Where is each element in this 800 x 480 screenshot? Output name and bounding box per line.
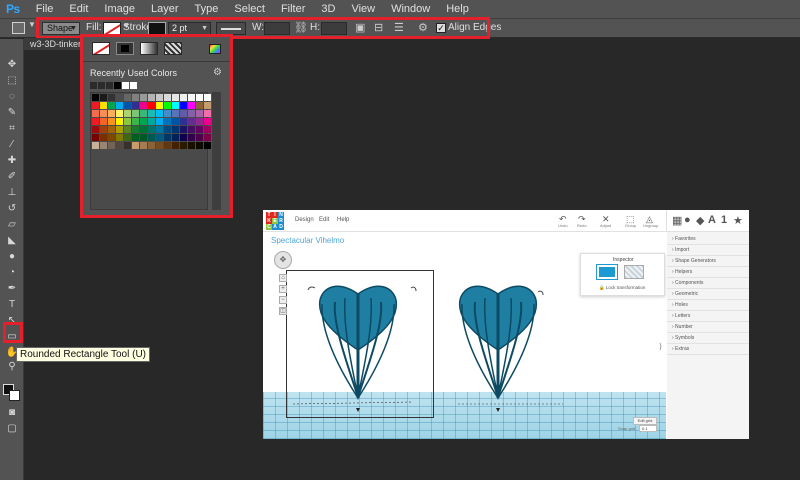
rotate-handle	[537, 290, 544, 296]
type-tool-icon[interactable]: T	[5, 299, 19, 311]
panel-toggle-icon[interactable]: ⟩	[659, 342, 662, 351]
shapes-panel-item[interactable]: › Holes	[667, 300, 749, 311]
quick-mask-icon[interactable]: ◙	[5, 407, 19, 419]
chevron-down-icon[interactable]: ▼	[28, 20, 36, 29]
quick-select-tool-icon[interactable]: ✎	[5, 107, 19, 119]
divider	[666, 210, 667, 232]
blur-tool-icon[interactable]: ●	[5, 251, 19, 263]
tinkercad-menu-help[interactable]: Help	[337, 217, 349, 223]
photoshop-logo: Ps	[6, 2, 20, 16]
shapes-panel-item[interactable]: › Favorites	[667, 234, 749, 245]
zoom-out-icon[interactable]: −	[279, 296, 287, 304]
shapes-panel-item[interactable]: › Helpers	[667, 267, 749, 278]
view-navigation-icon[interactable]: ✥	[274, 251, 292, 269]
inspector-panel: Inspector 🔒 Lock transformation	[580, 253, 665, 296]
menu-filter[interactable]: Filter	[273, 3, 313, 15]
menu-select[interactable]: Select	[226, 3, 273, 15]
shapes-panel-item[interactable]: › Extras	[667, 344, 749, 355]
crop-tool-icon[interactable]: ⌗	[5, 123, 19, 135]
menu-image[interactable]: Image	[96, 3, 143, 15]
menu-3d[interactable]: 3D	[313, 3, 343, 15]
menu-file[interactable]: File	[28, 3, 62, 15]
lasso-tool-icon[interactable]: ◌	[5, 91, 19, 103]
menu-edit[interactable]: Edit	[61, 3, 96, 15]
paint-bucket-tool-icon[interactable]: ◣	[5, 235, 19, 247]
shapes-panel-item[interactable]: › Shape Generators	[667, 256, 749, 267]
snap-grid-select[interactable]: 0.1	[639, 425, 657, 432]
selection-box	[286, 270, 434, 418]
undo-caption: Undo	[558, 223, 568, 228]
tinkercad-menu-edit[interactable]: Edit	[319, 217, 329, 223]
popup-highlight-box	[80, 34, 233, 218]
design-title[interactable]: Spectacular Vihelmo	[271, 236, 344, 245]
marquee-tool-icon[interactable]: ⬚	[5, 75, 19, 87]
home-view-icon[interactable]: ⌂	[279, 274, 287, 282]
tinkercad-header: TINKERCAD Design Edit Help ↶ Undo ↷ Redo…	[263, 210, 749, 232]
zoom-tool-icon[interactable]: ⚲	[5, 361, 19, 373]
heart-model-right	[458, 285, 538, 401]
tinkercad-logo: TINKERCAD	[266, 212, 284, 230]
menu-bar: Ps File Edit Image Layer Type Select Fil…	[0, 0, 800, 18]
tool-preset-picker[interactable]	[12, 22, 25, 34]
clone-stamp-tool-icon[interactable]: ⊥	[5, 187, 19, 199]
menu-window[interactable]: Window	[383, 3, 438, 15]
tinkercad-workplane[interactable]: ✥ ⌂ + − ◫ Inspector 🔒 Lock transformatio…	[263, 232, 666, 439]
menu-view[interactable]: View	[343, 3, 383, 15]
shapes-panel-item[interactable]: › Number	[667, 322, 749, 333]
letter-a-icon[interactable]: A	[708, 214, 716, 226]
shapes-panel-item[interactable]: › Import	[667, 245, 749, 256]
tools-panel: ✥ ⬚ ◌ ✎ ⌗ ⁄ ✚ ✐ ⊥ ↺ ▱ ◣ ● ◔ ✒ T ↖ ▭ ✋ ⚲ …	[0, 39, 24, 480]
background-color-swatch[interactable]	[9, 390, 20, 401]
tinkercad-screenshot: TINKERCAD Design Edit Help ↶ Undo ↷ Redo…	[263, 210, 749, 439]
snap-grid-label: Snap grid	[618, 426, 636, 431]
edit-grid-button[interactable]: Edit grid	[633, 417, 657, 425]
brush-tool-icon[interactable]: ✐	[5, 171, 19, 183]
group-caption: Group	[625, 223, 637, 228]
menu-layer[interactable]: Layer	[143, 3, 187, 15]
eyedropper-tool-icon[interactable]: ⁄	[5, 139, 19, 151]
history-brush-tool-icon[interactable]: ↺	[5, 203, 19, 215]
menu-type[interactable]: Type	[187, 3, 227, 15]
tool-highlight-box	[3, 322, 23, 343]
shapes-panel-item[interactable]: › Letters	[667, 311, 749, 322]
eraser-tool-icon[interactable]: ▱	[5, 219, 19, 231]
cube-icon[interactable]: ◆	[696, 214, 704, 227]
number-one-icon[interactable]: 1	[721, 214, 727, 226]
menu-help[interactable]: Help	[438, 3, 477, 15]
lock-label-text: Lock transformation	[605, 285, 646, 290]
screen-mode-icon[interactable]: ▢	[5, 423, 19, 435]
tinkercad-menu-design[interactable]: Design	[295, 217, 314, 223]
inspector-title: Inspector	[613, 257, 634, 263]
shapes-panel-item[interactable]: › Geometric	[667, 289, 749, 300]
dodge-tool-icon[interactable]: ◔	[5, 267, 19, 279]
solid-color-button[interactable]	[596, 264, 618, 280]
perspective-icon[interactable]: ◫	[279, 307, 287, 315]
lock-transformation-label[interactable]: 🔒 Lock transformation	[599, 285, 645, 291]
logo-letter: D	[278, 224, 284, 230]
shapes-panel-item[interactable]: › Components	[667, 278, 749, 289]
healing-brush-tool-icon[interactable]: ✚	[5, 155, 19, 167]
shapes-panel: › Favorites › Import › Shape Generators › H…	[667, 232, 749, 439]
document-tab[interactable]: w3-3D-tinkerc	[24, 38, 86, 50]
zoom-in-icon[interactable]: +	[279, 285, 287, 293]
ungroup-caption: Ungroup	[643, 223, 659, 228]
sphere-icon[interactable]: ●	[684, 214, 691, 226]
adjust-caption: Adjust	[600, 223, 612, 228]
tool-tooltip: Rounded Rectangle Tool (U)	[16, 347, 151, 362]
shapes-panel-item[interactable]: › Symbols	[667, 333, 749, 344]
hole-button[interactable]	[624, 265, 644, 279]
grid-view-icon[interactable]: ▦	[672, 214, 682, 227]
redo-caption: Redo	[577, 223, 587, 228]
star-icon[interactable]: ★	[733, 214, 743, 227]
move-tool-icon[interactable]: ✥	[5, 59, 19, 71]
height-arrow-icon	[496, 408, 500, 412]
pen-tool-icon[interactable]: ✒	[5, 283, 19, 295]
